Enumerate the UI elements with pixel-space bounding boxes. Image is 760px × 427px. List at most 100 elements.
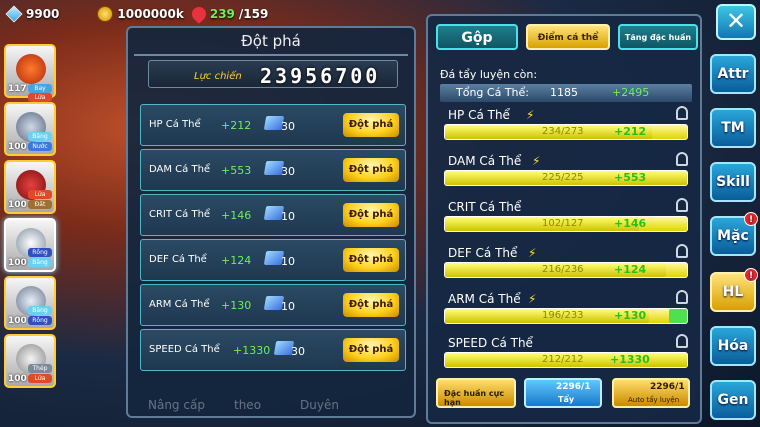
stone-cost: 30	[281, 120, 295, 133]
stone-cost: 10	[281, 255, 295, 268]
wash-count: 2296/1	[556, 382, 591, 392]
stat-bar-dam: DAM Cá Thể ⚡ 225/225 +553	[442, 152, 694, 200]
special-training-button[interactable]: Đặc huấn cực hạn	[436, 378, 516, 408]
stone-cost: 30	[281, 165, 295, 178]
stat-name: HP Cá Thể	[448, 108, 510, 122]
stat-name: DEF Cá Thể	[149, 254, 207, 265]
lock-icon[interactable]	[676, 152, 688, 166]
level-label: 100	[8, 200, 27, 210]
type-tag: Rồng	[28, 316, 52, 325]
breakthrough-button[interactable]: Đột phá	[343, 293, 399, 317]
creature-portrait	[16, 54, 46, 84]
level-label: 100	[8, 258, 27, 268]
stat-row-arm: ARM Cá Thể +130 10 Đột phá	[140, 284, 406, 326]
stone-cost: 10	[281, 300, 295, 313]
gold-counter: 1000000k	[97, 6, 184, 22]
stat-add: +1330	[610, 353, 650, 366]
tab-special-training[interactable]: Tăng đặc huấn	[618, 24, 698, 50]
bar-end-marker	[669, 309, 687, 323]
lock-icon[interactable]	[676, 290, 688, 304]
menu-hl[interactable]: HL!	[710, 268, 758, 312]
type-tag: Băng	[28, 258, 52, 267]
level-label: 117	[8, 84, 27, 94]
tab-merge[interactable]: Gộp	[436, 24, 518, 50]
lightning-icon: ⚡	[528, 246, 537, 260]
total-label: Tổng Cá Thể:	[456, 86, 529, 99]
stat-bar-hp: HP Cá Thể ⚡ 234/273 +212	[442, 106, 694, 154]
nav-follow[interactable]: theo	[234, 398, 261, 412]
stat-bonus: +553	[221, 164, 252, 177]
stone-cost: 30	[291, 345, 305, 358]
stamina-max: /159	[238, 7, 269, 21]
stat-name: DEF Cá Thể	[448, 246, 518, 260]
level-label: 100	[8, 316, 27, 326]
wash-button[interactable]: 2296/1 Tẩy	[524, 378, 602, 408]
breakthrough-button[interactable]: Đột phá	[343, 113, 399, 137]
menu-skill[interactable]: Skill	[710, 162, 756, 202]
stat-name: DAM Cá Thể	[448, 154, 522, 168]
stat-row-def: DEF Cá Thể +124 10 Đột phá	[140, 239, 406, 281]
stat-name: CRIT Cá Thể	[448, 200, 522, 214]
gem-counter: 9900	[5, 5, 60, 23]
team-slot-4[interactable]: Rồng Băng 100	[4, 218, 56, 272]
stat-bar-def: DEF Cá Thể ⚡ 216/236 +124	[442, 244, 694, 292]
stat-add: +124	[614, 263, 647, 276]
team-slot-6[interactable]: Thép Lửa 100	[4, 334, 56, 388]
lock-icon[interactable]	[676, 334, 688, 348]
tab-individual-points[interactable]: Điểm cá thể	[526, 24, 610, 50]
stat-name: ARM Cá Thể	[149, 299, 210, 310]
individual-points-panel: Gộp Điểm cá thể Tăng đặc huấn Đá tẩy luy…	[426, 14, 702, 424]
stat-row-speed: SPEED Cá Thể +1330 30 Đột phá	[140, 329, 406, 371]
panel-title: Đột phá	[241, 32, 301, 50]
menu-equip-label: Mặc	[717, 228, 749, 244]
nav-upgrade[interactable]: Nâng cấp	[148, 398, 205, 412]
stat-bonus: +130	[221, 299, 252, 312]
stat-name: HP Cá Thể	[149, 119, 201, 130]
lightning-icon: ⚡	[528, 292, 537, 306]
menu-evolve[interactable]: Hóa	[710, 326, 756, 366]
stat-name: DAM Cá Thể	[149, 164, 211, 175]
breakthrough-button[interactable]: Đột phá	[343, 158, 399, 182]
menu-equip[interactable]: Mặc!	[710, 212, 758, 256]
lock-icon[interactable]	[676, 244, 688, 258]
stat-value: 216/236	[542, 264, 584, 275]
close-icon: ✕	[725, 7, 747, 35]
stat-bonus: +1330	[233, 344, 271, 357]
combat-power-label: Lực chiến	[194, 71, 242, 82]
breakthrough-panel: Đột phá Lực chiến 23956700 HP Cá Thể +21…	[126, 26, 416, 418]
stat-name: ARM Cá Thể	[448, 292, 521, 306]
lock-icon[interactable]	[676, 198, 688, 212]
team-column: Bay Lửa 117 Băng Nước 100 Lửa Đất 100 Rồ…	[0, 44, 64, 427]
nav-fate[interactable]: Duyên	[300, 398, 339, 412]
level-label: 100	[8, 142, 27, 152]
title-divider	[134, 54, 408, 56]
gem-count: 9900	[26, 7, 60, 21]
auto-wash-button[interactable]: 2296/1 Auto tẩy luyện	[612, 378, 690, 408]
stat-add: +553	[614, 171, 647, 184]
menu-tm[interactable]: TM	[710, 108, 756, 148]
notification-badge: !	[744, 268, 758, 282]
top-resource-bar: 9900 1000000k 239/159	[0, 0, 420, 28]
stamina-counter: 239/159	[188, 4, 269, 24]
team-slot-5[interactable]: Băng Rồng 100	[4, 276, 56, 330]
close-button[interactable]: ✕	[716, 4, 756, 40]
button-label: Đặc huấn cực hạn	[444, 389, 505, 407]
type-tag: Đất	[28, 200, 52, 209]
team-slot-3[interactable]: Lửa Đất 100	[4, 160, 56, 214]
stat-bar-arm: ARM Cá Thể ⚡ 196/233 +130	[442, 290, 694, 338]
stat-name: SPEED Cá Thể	[149, 344, 220, 355]
total-individual-box: Tổng Cá Thể: 1185 +2495	[440, 84, 692, 102]
stat-row-hp: HP Cá Thể +212 30 Đột phá	[140, 104, 406, 146]
stat-name: SPEED Cá Thể	[448, 336, 533, 350]
breakthrough-button[interactable]: Đột phá	[343, 203, 399, 227]
lock-icon[interactable]	[676, 106, 688, 120]
breakthrough-button[interactable]: Đột phá	[343, 248, 399, 272]
total-value: 1185	[550, 86, 578, 99]
menu-gen[interactable]: Gen	[710, 380, 756, 420]
team-slot-1[interactable]: Bay Lửa 117	[4, 44, 56, 102]
stat-name: CRIT Cá Thể	[149, 209, 211, 220]
menu-attr[interactable]: Attr	[710, 54, 756, 94]
stat-bar-speed: SPEED Cá Thể 212/212 +1330	[442, 334, 694, 382]
breakthrough-button[interactable]: Đột phá	[343, 338, 399, 362]
team-slot-2[interactable]: Băng Nước 100	[4, 102, 56, 156]
